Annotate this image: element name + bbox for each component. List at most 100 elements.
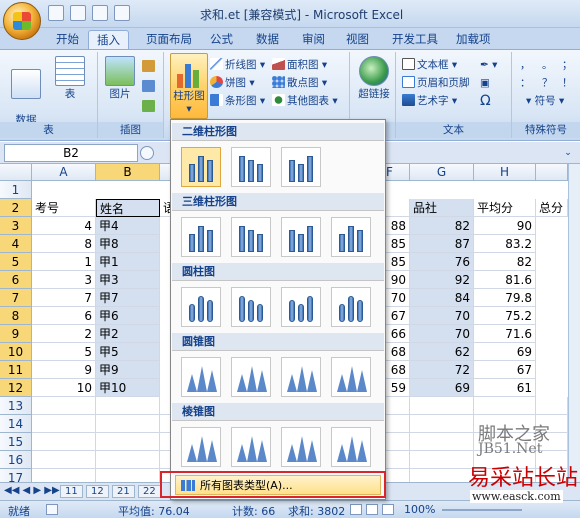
textbox-button[interactable]: 文本框 ▾	[402, 56, 457, 74]
sheet-nav-arrows[interactable]: ◀◀ ◀ ▶ ▶▶	[4, 485, 60, 496]
row-header-6[interactable]: 6	[0, 271, 32, 289]
tab-addins[interactable]: 加载项	[448, 30, 499, 50]
tab-data[interactable]: 数据	[248, 30, 287, 50]
row-header-1[interactable]: 1	[0, 181, 32, 199]
cell-kaohao[interactable]: 3	[32, 271, 96, 289]
row-header-12[interactable]: 12	[0, 379, 32, 397]
tab-page-layout[interactable]: 页面布局	[138, 30, 200, 50]
row-header-4[interactable]: 4	[0, 235, 32, 253]
empty-cell[interactable]	[96, 397, 160, 415]
empty-cell[interactable]	[96, 433, 160, 451]
chart-subtype-thumbnail[interactable]	[181, 147, 221, 187]
symbol-button[interactable]: ▾ 符号 ▾	[526, 92, 564, 110]
hyperlink-button[interactable]: 超链接	[352, 54, 396, 101]
symbol-colon[interactable]: ：	[520, 74, 531, 92]
chart-subtype-thumbnail[interactable]	[181, 427, 221, 467]
cell-name[interactable]: 甲6	[96, 307, 160, 325]
row-header-2[interactable]: 2	[0, 199, 32, 217]
row-header-16[interactable]: 16	[0, 451, 32, 469]
tab-formulas[interactable]: 公式	[202, 30, 241, 50]
header-kaohao[interactable]: 考号	[32, 199, 96, 217]
chart-subtype-thumbnail[interactable]	[331, 427, 371, 467]
cell-average[interactable]: 61	[474, 379, 536, 397]
cell-pinshe[interactable]: 72	[410, 361, 474, 379]
pie-chart-button[interactable]: 饼图 ▾	[210, 74, 255, 92]
normal-view-icon[interactable]	[350, 504, 362, 515]
header-average[interactable]: 平均分	[474, 199, 536, 217]
table-button[interactable]: 表	[50, 54, 90, 101]
row-header-14[interactable]: 14	[0, 415, 32, 433]
chart-subtype-thumbnail[interactable]	[181, 217, 221, 257]
cell-name[interactable]: 甲5	[96, 343, 160, 361]
cell-average[interactable]: 79.8	[474, 289, 536, 307]
sheet-tab-22[interactable]: 22	[138, 485, 161, 498]
empty-cell[interactable]	[96, 415, 160, 433]
empty-cell[interactable]	[536, 397, 568, 415]
chart-subtype-thumbnail[interactable]	[231, 427, 271, 467]
chart-subtype-thumbnail[interactable]	[281, 427, 321, 467]
column-header-i[interactable]	[536, 164, 568, 181]
chart-subtype-thumbnail[interactable]	[281, 287, 321, 327]
redo-icon[interactable]	[92, 5, 108, 21]
row-header-13[interactable]: 13	[0, 397, 32, 415]
header-footer-button[interactable]: 页眉和页脚	[402, 74, 470, 92]
page-break-view-icon[interactable]	[382, 504, 394, 515]
column-header-g[interactable]: G	[410, 164, 474, 181]
column-header-h[interactable]: H	[474, 164, 536, 181]
smartart-icon[interactable]	[142, 98, 157, 116]
undo-icon[interactable]	[70, 5, 86, 21]
symbol-exclaim[interactable]: ！	[562, 74, 573, 92]
cell-kaohao[interactable]: 9	[32, 361, 96, 379]
cell-kaohao[interactable]: 6	[32, 307, 96, 325]
cell-kaohao[interactable]: 5	[32, 343, 96, 361]
cell-name[interactable]: 甲9	[96, 361, 160, 379]
column-chart-button[interactable]: 柱形图 ▾	[170, 53, 208, 119]
cell-name[interactable]: 甲3	[96, 271, 160, 289]
chart-subtype-thumbnail[interactable]	[281, 217, 321, 257]
cell-pinshe[interactable]: 92	[410, 271, 474, 289]
page-layout-view-icon[interactable]	[366, 504, 378, 515]
chart-subtype-thumbnail[interactable]	[231, 217, 271, 257]
empty-cell[interactable]	[32, 469, 96, 482]
cell-pinshe[interactable]: 70	[410, 325, 474, 343]
select-all-corner[interactable]	[0, 164, 32, 181]
symbol-semicolon[interactable]: ；	[562, 56, 573, 74]
cell-kaohao[interactable]: 7	[32, 289, 96, 307]
empty-cell[interactable]	[32, 397, 96, 415]
empty-cell[interactable]	[410, 451, 474, 469]
empty-cell[interactable]	[410, 433, 474, 451]
cell-pinshe[interactable]: 70	[410, 307, 474, 325]
wordart-button[interactable]: 艺术字 ▾	[402, 92, 457, 110]
tab-insert[interactable]: 插入	[88, 30, 129, 50]
cell-pinshe[interactable]: 87	[410, 235, 474, 253]
cell-average[interactable]: 71.6	[474, 325, 536, 343]
chart-subtype-thumbnail[interactable]	[231, 357, 271, 397]
tab-view[interactable]: 视图	[338, 30, 377, 50]
cell-kaohao[interactable]: 2	[32, 325, 96, 343]
omega-icon[interactable]: Ω	[480, 92, 491, 110]
chart-subtype-thumbnail[interactable]	[331, 217, 371, 257]
symbol-period[interactable]: 。	[542, 56, 553, 74]
cell-average[interactable]: 81.6	[474, 271, 536, 289]
row-header-7[interactable]: 7	[0, 289, 32, 307]
cell-average[interactable]: 67	[474, 361, 536, 379]
line-chart-button[interactable]: 折线图 ▾	[210, 56, 265, 74]
chart-subtype-thumbnail[interactable]	[331, 287, 371, 327]
cell-kaohao[interactable]: 1	[32, 253, 96, 271]
chart-subtype-thumbnail[interactable]	[181, 287, 221, 327]
cell-name[interactable]: 甲2	[96, 325, 160, 343]
row-header-15[interactable]: 15	[0, 433, 32, 451]
cell-pinshe[interactable]: 69	[410, 379, 474, 397]
scatter-chart-button[interactable]: 散点图 ▾	[272, 74, 327, 92]
empty-cell[interactable]	[474, 397, 536, 415]
picture-button[interactable]: 图片	[100, 54, 140, 101]
print-preview-icon[interactable]	[114, 5, 130, 21]
empty-cell[interactable]	[410, 469, 474, 482]
chart-subtype-thumbnail[interactable]	[281, 357, 321, 397]
cell-pinshe[interactable]: 62	[410, 343, 474, 361]
cell-average[interactable]: 83.2	[474, 235, 536, 253]
chart-subtype-thumbnail[interactable]	[231, 147, 271, 187]
zoom-level[interactable]: 100%	[404, 503, 435, 516]
chart-subtype-thumbnail[interactable]	[181, 357, 221, 397]
row-header-10[interactable]: 10	[0, 343, 32, 361]
